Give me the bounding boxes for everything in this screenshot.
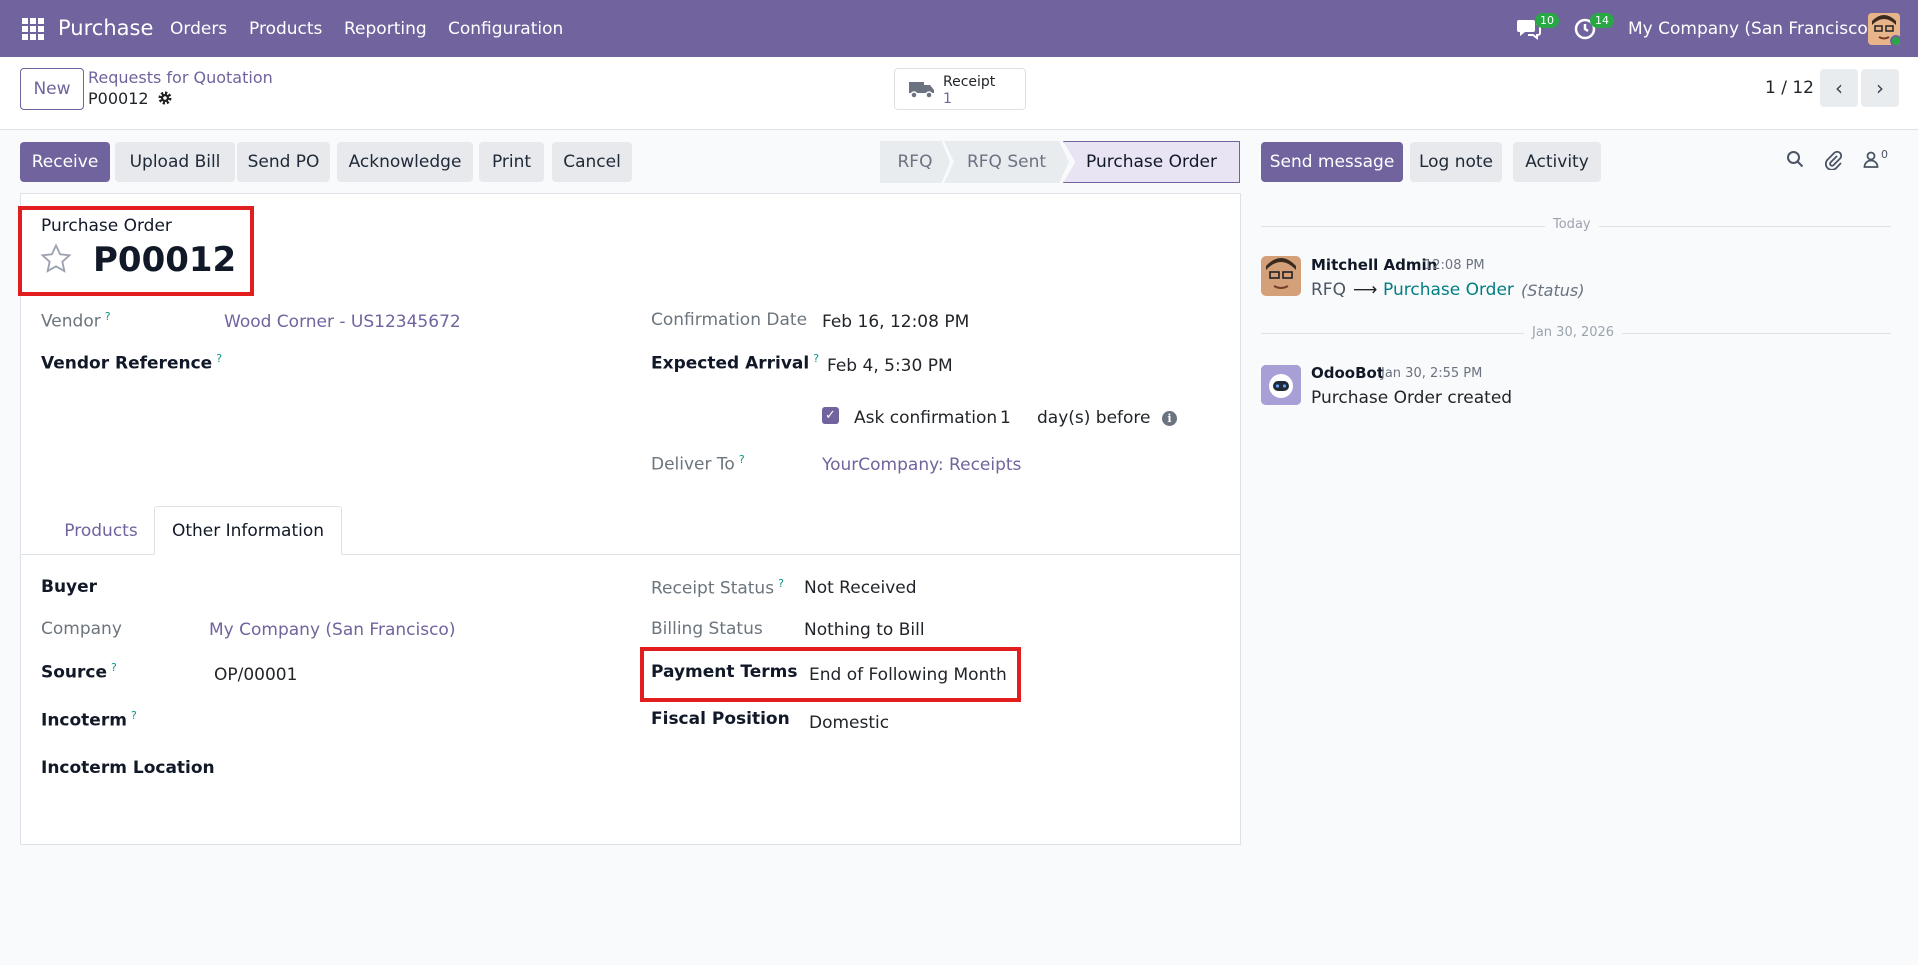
company-label: Company <box>41 619 122 639</box>
incoterm-location-label: Incoterm Location <box>41 758 215 778</box>
stage-rfq[interactable]: RFQ <box>880 141 950 183</box>
vendor-field[interactable]: Wood Corner - US12345672 <box>224 312 461 332</box>
breadcrumb-parent[interactable]: Requests for Quotation <box>88 68 273 87</box>
tab-products[interactable]: Products <box>41 506 161 555</box>
help-icon[interactable]: ? <box>105 310 111 323</box>
online-status-icon <box>1890 35 1900 45</box>
help-icon[interactable]: ? <box>739 453 745 466</box>
message-time: 12:08 PM <box>1424 258 1485 273</box>
confirmation-date-label: Confirmation Date <box>651 310 808 330</box>
send-message-button[interactable]: Send message <box>1261 142 1403 182</box>
deliver-to-field[interactable]: YourCompany: Receipts <box>822 455 1021 475</box>
control-panel: New Requests for Quotation P00012 Receip… <box>0 57 1918 130</box>
message-author: Mitchell Admin <box>1311 256 1438 274</box>
billing-status-label: Billing Status <box>651 619 763 639</box>
date-separator-jan30: Jan 30, 2026 <box>1524 325 1623 340</box>
buyer-label: Buyer <box>41 577 98 597</box>
expected-arrival-field[interactable]: Feb 4, 5:30 PM <box>827 356 953 376</box>
odoobot-avatar <box>1261 365 1301 405</box>
send-po-button[interactable]: Send PO <box>237 142 330 182</box>
company-switcher[interactable]: My Company (San Francisco) <box>1628 19 1874 39</box>
print-button[interactable]: Print <box>479 142 544 182</box>
receipt-status-field: Not Received <box>804 578 917 598</box>
stage-purchase-order[interactable]: Purchase Order <box>1063 141 1240 183</box>
ask-confirmation-checkbox[interactable]: ✓ <box>822 407 839 424</box>
menu-reporting[interactable]: Reporting <box>344 19 427 39</box>
ask-confirmation-label: Ask confirmation <box>854 408 998 428</box>
star-icon[interactable] <box>39 242 73 276</box>
company-field[interactable]: My Company (San Francisco) <box>209 620 455 640</box>
ask-confirmation-days-field[interactable]: 1 <box>1000 408 1011 428</box>
help-icon[interactable]: ? <box>131 709 137 722</box>
incoterm-label: Incoterm? <box>41 709 137 731</box>
record-name: P00012 <box>93 240 237 280</box>
doc-type-label: Purchase Order <box>41 216 172 236</box>
confirmation-date-field[interactable]: Feb 16, 12:08 PM <box>822 312 969 332</box>
ask-confirmation-suffix: day(s) before <box>1037 408 1151 428</box>
source-label: Source? <box>41 661 117 683</box>
tracking-new-value: Purchase Order <box>1383 280 1514 300</box>
upload-bill-button[interactable]: Upload Bill <box>115 142 235 182</box>
message-body: Purchase Order created <box>1311 388 1513 408</box>
vendor-label: Vendor? <box>41 310 111 332</box>
activities-badge: 14 <box>1590 13 1614 28</box>
date-separator-today: Today <box>1545 217 1599 232</box>
truck-icon <box>909 82 934 99</box>
chevron-right-icon[interactable]: › <box>1861 69 1899 107</box>
tracking-old-value: RFQ <box>1311 280 1346 300</box>
search-icon[interactable] <box>1786 150 1804 173</box>
help-icon[interactable]: ? <box>216 352 222 365</box>
followers-icon[interactable] <box>1862 150 1880 173</box>
payment-terms-label: Payment Terms <box>651 662 798 682</box>
top-navbar: Purchase Orders Products Reporting Confi… <box>0 0 1918 57</box>
followers-count: 0 <box>1881 148 1888 161</box>
source-field[interactable]: OP/00001 <box>214 665 297 685</box>
form-sheet: Purchase Order P00012 Vendor? Wood Corne… <box>18 193 1241 845</box>
user-avatar[interactable] <box>1868 13 1900 45</box>
app-name[interactable]: Purchase <box>58 16 153 40</box>
apps-grid-icon[interactable] <box>22 18 44 40</box>
vendor-reference-label: Vendor Reference? <box>41 352 223 374</box>
receipt-count: 1 <box>943 91 952 107</box>
stage-rfq-sent[interactable]: RFQ Sent <box>944 141 1069 183</box>
info-icon[interactable]: i <box>1162 411 1177 426</box>
help-icon[interactable]: ? <box>778 577 784 590</box>
acknowledge-button[interactable]: Acknowledge <box>337 142 473 182</box>
receipt-smart-button[interactable]: Receipt 1 <box>894 68 1026 110</box>
gear-icon[interactable] <box>157 90 173 110</box>
message-author: OdooBot <box>1311 364 1385 382</box>
menu-products[interactable]: Products <box>249 19 322 39</box>
tab-other-information[interactable]: Other Information <box>154 506 342 555</box>
receive-button[interactable]: Receive <box>20 142 110 182</box>
new-button[interactable]: New <box>20 68 84 110</box>
receipt-label: Receipt <box>943 74 996 90</box>
payment-terms-field[interactable]: End of Following Month <box>809 665 1007 685</box>
breadcrumb-current: P00012 <box>88 89 149 108</box>
arrow-right-icon: ⟶ <box>1353 280 1378 300</box>
fiscal-position-label: Fiscal Position <box>651 709 790 729</box>
paperclip-icon[interactable] <box>1824 150 1843 175</box>
message-time: Jan 30, 2:55 PM <box>1381 366 1483 381</box>
pager-value[interactable]: 1 / 12 <box>1765 78 1814 98</box>
menu-configuration[interactable]: Configuration <box>448 19 563 39</box>
tracking-field-name: (Status) <box>1521 281 1585 300</box>
messages-badge: 10 <box>1535 13 1559 28</box>
fiscal-position-field[interactable]: Domestic <box>809 713 889 733</box>
help-icon[interactable]: ? <box>813 352 819 365</box>
cancel-button[interactable]: Cancel <box>552 142 632 182</box>
deliver-to-label: Deliver To? <box>651 453 745 475</box>
activity-button[interactable]: Activity <box>1513 142 1601 182</box>
mitchell-avatar <box>1261 256 1301 296</box>
help-icon[interactable]: ? <box>111 661 117 674</box>
chevron-left-icon[interactable]: ‹ <box>1820 69 1858 107</box>
menu-orders[interactable]: Orders <box>170 19 227 39</box>
log-note-button[interactable]: Log note <box>1410 142 1502 182</box>
receipt-status-label: Receipt Status? <box>651 577 784 599</box>
expected-arrival-label: Expected Arrival? <box>651 352 820 374</box>
billing-status-field: Nothing to Bill <box>804 620 925 640</box>
